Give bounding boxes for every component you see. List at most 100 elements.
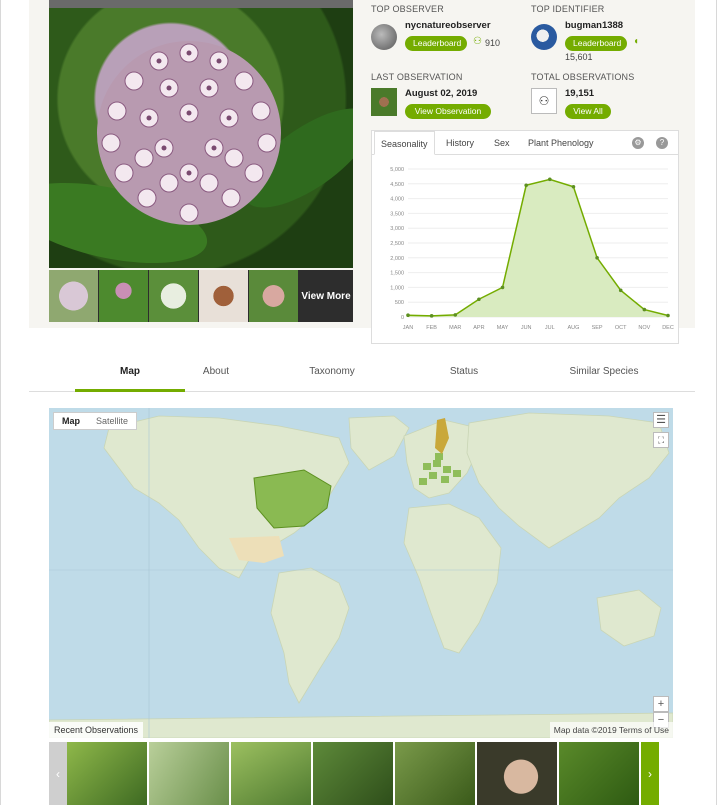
total-observations-label: TOTAL OBSERVATIONS — [531, 72, 635, 82]
y-tick-label: 2,500 — [390, 241, 404, 247]
photo-thumbnail[interactable] — [99, 270, 148, 322]
view-observation-button[interactable]: View Observation — [405, 104, 491, 119]
photo-thumbnail[interactable] — [149, 270, 198, 322]
observation-thumbnail[interactable] — [477, 742, 557, 805]
tab-taxonomy[interactable]: Taxonomy — [277, 366, 387, 377]
zoom-in-button[interactable]: + — [653, 696, 669, 712]
photo-thumbnail-strip: View More — [49, 270, 353, 322]
last-observation-label: LAST OBSERVATION — [371, 72, 463, 82]
main-species-photo[interactable] — [49, 8, 353, 268]
x-tick-label: JUN — [521, 325, 532, 331]
gear-icon[interactable]: ⚙ — [632, 137, 644, 149]
identifier-count: 15,601 — [565, 52, 593, 62]
help-icon[interactable]: ? — [656, 137, 668, 149]
view-all-button[interactable]: View All — [565, 104, 611, 119]
observation-thumbnail[interactable] — [149, 742, 229, 805]
observer-count: 910 — [485, 38, 501, 48]
tab-plant-phenology[interactable]: Plant Phenology — [528, 131, 594, 155]
chevron-right-icon[interactable]: › — [641, 742, 659, 805]
data-point[interactable] — [524, 183, 528, 188]
top-identifier-label: TOP IDENTIFIER — [531, 4, 605, 14]
x-tick-label: NOV — [638, 325, 650, 331]
x-tick-label: JAN — [403, 325, 413, 331]
map-type-toggle: Map Satellite — [53, 412, 138, 430]
photo-thumbnail[interactable] — [199, 270, 248, 322]
observation-thumbnail[interactable] — [67, 742, 147, 805]
leaf-icon: ◖ — [633, 36, 640, 47]
view-more-link[interactable]: View More — [299, 270, 353, 322]
tab-similar-species[interactable]: Similar Species — [539, 366, 669, 377]
identifier-leaderboard-button[interactable]: Leaderboard — [565, 36, 627, 51]
x-tick-label: MAY — [497, 325, 509, 331]
map-toggle-satellite[interactable]: Satellite — [88, 413, 136, 429]
identifier-avatar[interactable] — [531, 24, 557, 50]
layers-icon[interactable]: ☰ — [653, 412, 669, 428]
x-tick-label: MAR — [449, 325, 461, 331]
y-tick-label: 4,000 — [390, 197, 404, 203]
y-tick-label: 0 — [401, 315, 404, 321]
seasonality-chart: 5,000 4,500 4,000 3,500 3,000 2,500 2,000 1,500… — [390, 167, 674, 331]
identifier-name[interactable]: bugman1388 — [565, 20, 623, 31]
photo-thumbnail[interactable] — [249, 270, 298, 322]
data-point[interactable] — [666, 313, 670, 318]
observation-thumbnail[interactable] — [231, 742, 311, 805]
recent-observations-strip: ‹ › — [49, 742, 673, 805]
world-map-illustration — [49, 408, 673, 738]
y-tick-label: 1,500 — [390, 271, 404, 277]
observer-name[interactable]: nycnatureobserver — [405, 20, 491, 31]
y-tick-label: 4,500 — [390, 182, 404, 188]
fullscreen-icon[interactable]: ⛶ — [653, 432, 669, 448]
data-point[interactable] — [571, 184, 576, 189]
tab-sex[interactable]: Sex — [494, 131, 510, 155]
milkweed-flower-illustration — [97, 41, 281, 225]
y-tick-label: 2,000 — [390, 256, 404, 262]
x-tick-label: JUL — [545, 325, 555, 331]
x-tick-label: AUG — [567, 325, 579, 331]
top-observer-label: TOP OBSERVER — [371, 4, 444, 14]
x-tick-label: OCT — [615, 325, 627, 331]
y-tick-label: 3,000 — [390, 226, 404, 232]
last-observation-thumbnail[interactable] — [371, 88, 397, 116]
map-toggle-map[interactable]: Map — [54, 413, 88, 429]
x-axis-ticks: JAN FEB MAR APR MAY JUN JUL AUG SEP OCT NOV DEC — [403, 325, 674, 331]
observer-leaderboard-button[interactable]: Leaderboard — [405, 36, 467, 51]
y-axis-ticks: 5,000 4,500 4,000 3,500 3,000 2,500 2,000 1,500… — [390, 167, 404, 321]
active-tab-indicator — [75, 389, 185, 392]
binoculars-icon: ⚇ — [473, 36, 482, 47]
species-page: View More TOP OBSERVER nycnatureobserver… — [0, 0, 717, 805]
observation-thumbnail[interactable] — [395, 742, 475, 805]
chevron-left-icon[interactable]: ‹ — [49, 742, 67, 805]
photo-thumbnail[interactable] — [49, 270, 98, 322]
x-tick-label: FEB — [426, 325, 437, 331]
x-tick-label: APR — [473, 325, 484, 331]
data-point[interactable] — [406, 313, 410, 318]
y-tick-label: 1,000 — [390, 285, 404, 291]
data-point[interactable] — [595, 256, 599, 260]
y-tick-label: 500 — [395, 300, 404, 306]
seasonality-chart-panel: Seasonality History Sex Plant Phenology … — [371, 130, 679, 344]
chart-tabs: Seasonality History Sex Plant Phenology … — [372, 131, 678, 155]
observation-map[interactable]: Map Satellite ☰ ⛶ + − Recent Observation… — [49, 408, 673, 738]
observation-thumbnail[interactable] — [313, 742, 393, 805]
x-tick-label: DEC — [662, 325, 674, 331]
tab-history[interactable]: History — [446, 131, 474, 155]
data-point[interactable] — [500, 285, 505, 290]
tab-status[interactable]: Status — [409, 366, 519, 377]
map-attribution[interactable]: Map data ©2019 Terms of Use — [549, 722, 673, 738]
photo-top-edge — [49, 0, 353, 8]
tab-about[interactable]: About — [161, 366, 271, 377]
data-point[interactable] — [453, 313, 458, 317]
recent-observations-label: Recent Observations — [49, 722, 144, 738]
data-point[interactable] — [642, 307, 647, 312]
data-point[interactable] — [548, 177, 552, 182]
data-point[interactable] — [477, 297, 481, 302]
data-point[interactable] — [618, 288, 623, 293]
tab-seasonality[interactable]: Seasonality — [374, 131, 435, 155]
data-point[interactable] — [429, 314, 434, 318]
x-tick-label: SEP — [592, 325, 603, 331]
observation-thumbnail[interactable] — [559, 742, 639, 805]
species-section-tabs: Map About Taxonomy Status Similar Specie… — [29, 356, 695, 392]
observer-avatar[interactable] — [371, 24, 397, 50]
binoculars-icon: ⚇ — [531, 88, 557, 114]
y-tick-label: 5,000 — [390, 167, 404, 173]
